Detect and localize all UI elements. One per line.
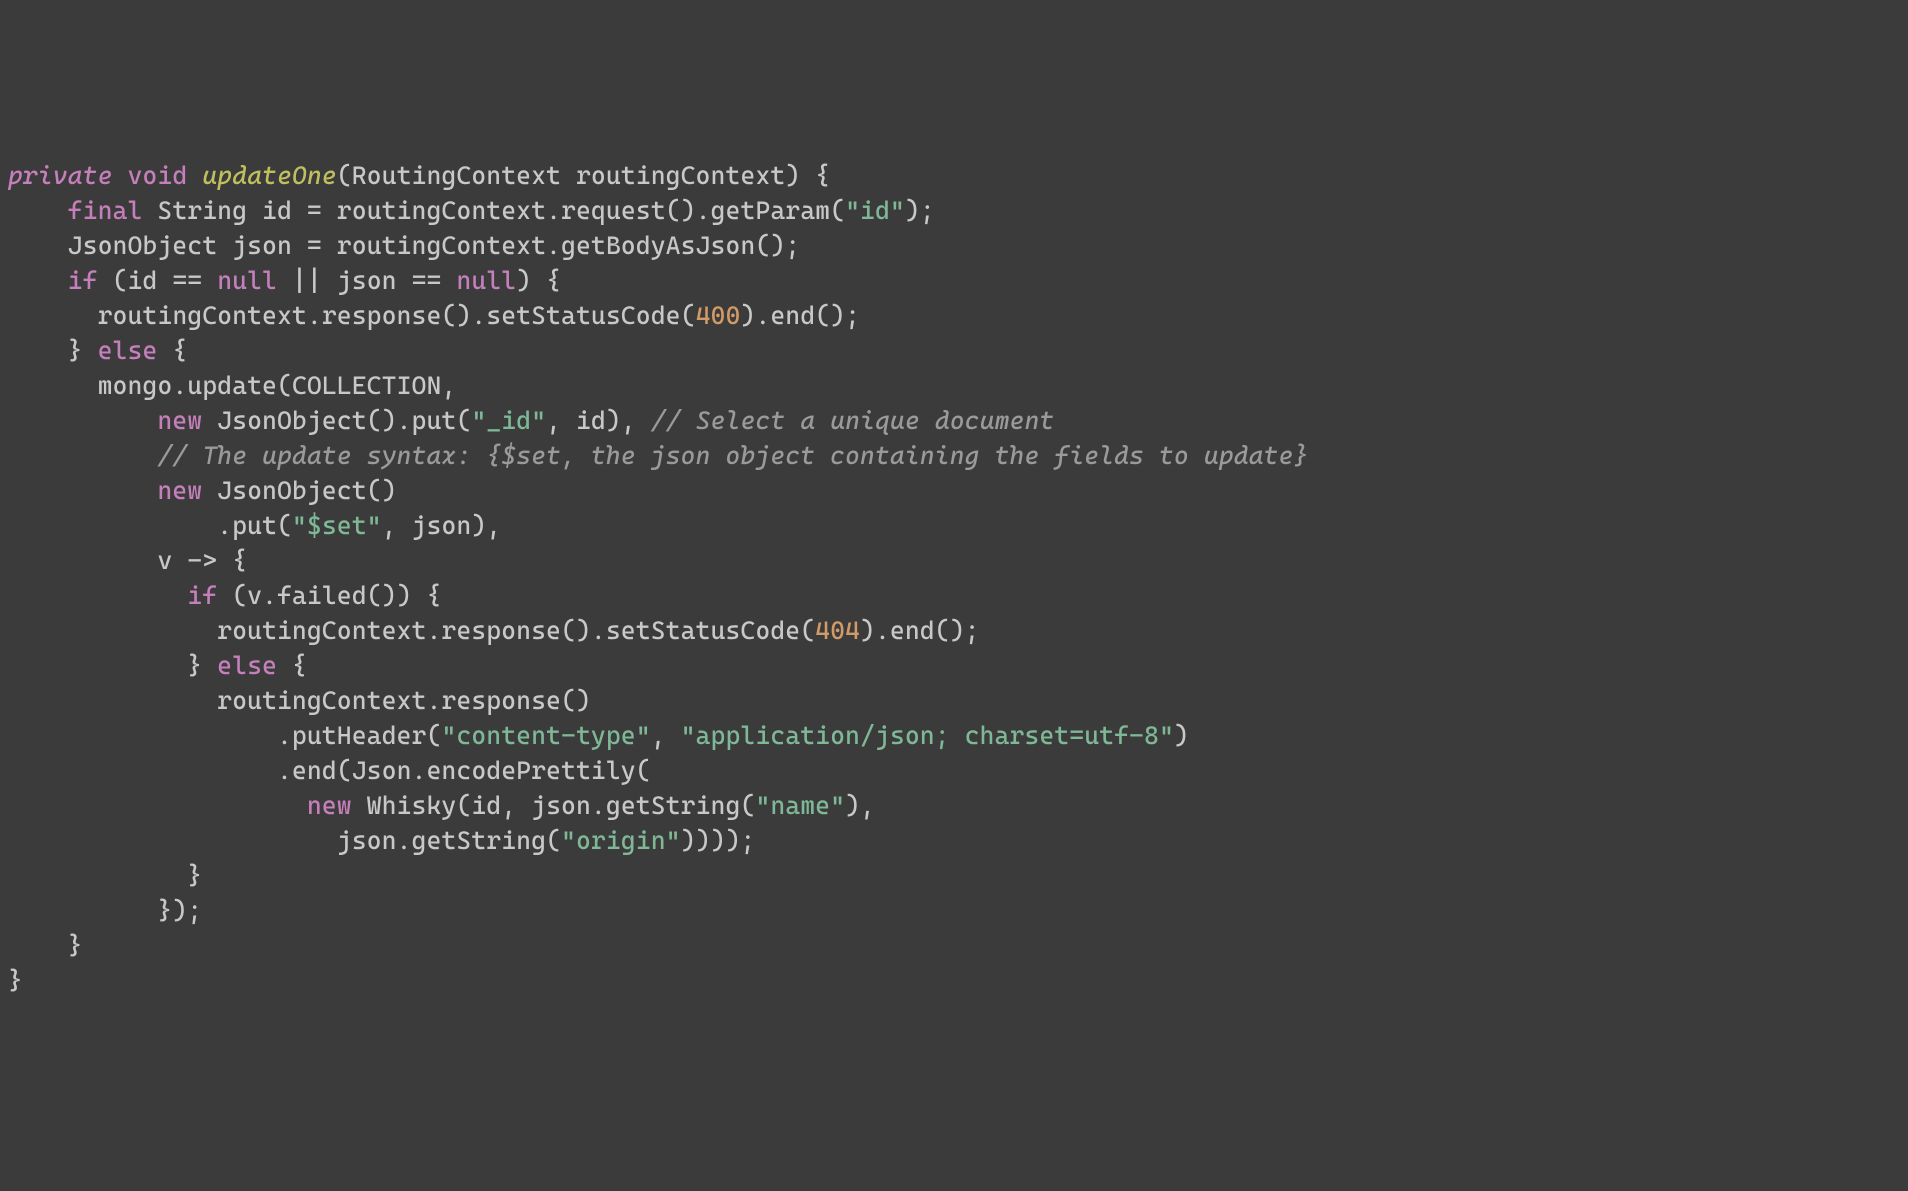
var-id: id xyxy=(262,196,292,225)
keyword-new-1: new xyxy=(157,406,202,435)
paren-open: ( xyxy=(337,161,352,190)
keyword-if-2: if xyxy=(187,581,217,610)
method-name: updateOne xyxy=(202,161,337,190)
comment-update-syntax: // The update syntax: {$set, the json ob… xyxy=(157,441,1308,470)
type-json: Json xyxy=(352,756,412,785)
call-response-2: response xyxy=(442,616,562,645)
type-routing-context: RoutingContext xyxy=(352,161,561,190)
null-2: null xyxy=(457,266,517,295)
keyword-final: final xyxy=(68,196,143,225)
var-json-arg-2: json xyxy=(531,791,591,820)
keyword-new-2: new xyxy=(157,476,202,505)
keyword-if: if xyxy=(68,266,98,295)
call-put-2: put xyxy=(232,511,277,540)
var-json-arg: json xyxy=(412,511,472,540)
call-response-3: response xyxy=(442,686,562,715)
call-response: response xyxy=(322,301,442,330)
var-v-2: v xyxy=(247,581,262,610)
paren-close: ) xyxy=(785,161,800,190)
string-underscore-id: "_id" xyxy=(471,406,546,435)
type-whisky: Whisky xyxy=(367,791,457,820)
call-get-body-as-json: getBodyAsJson xyxy=(561,231,755,260)
var-routing-context: routingContext xyxy=(337,196,546,225)
var-routing-context-5: routingContext xyxy=(217,686,426,715)
var-id-arg: id xyxy=(576,406,606,435)
type-json-object: JsonObject xyxy=(68,231,217,260)
call-update: update xyxy=(187,371,277,400)
string-set: "$set" xyxy=(292,511,382,540)
call-set-status-code-2: setStatusCode xyxy=(606,616,800,645)
call-encode-prettily: encodePrettily xyxy=(427,756,636,785)
string-app-json: "application/json; charset=utf-8" xyxy=(681,721,1174,750)
null-1: null xyxy=(217,266,277,295)
keyword-else: else xyxy=(98,336,158,365)
var-json-check: json xyxy=(337,266,397,295)
arrow: -> xyxy=(187,546,217,575)
var-v: v xyxy=(157,546,172,575)
keyword-private: private xyxy=(8,161,113,190)
call-get-param: getParam xyxy=(711,196,831,225)
const-collection: COLLECTION xyxy=(292,371,441,400)
string-origin: "origin" xyxy=(561,826,681,855)
var-routing-context-2: routingContext xyxy=(337,231,546,260)
var-json-arg-3: json xyxy=(337,826,397,855)
call-get-string-1: getString xyxy=(606,791,741,820)
code-block: private void updateOne(RoutingContext ro… xyxy=(8,158,1900,998)
keyword-new-3: new xyxy=(307,791,352,820)
keyword-else-2: else xyxy=(217,651,277,680)
var-routing-context-4: routingContext xyxy=(217,616,426,645)
string-content-type: "content-type" xyxy=(442,721,651,750)
string-id: "id" xyxy=(845,196,905,225)
call-end: end xyxy=(770,301,815,330)
call-failed: failed xyxy=(277,581,367,610)
type-json-object-3: JsonObject xyxy=(217,476,366,505)
var-id-check: id xyxy=(128,266,158,295)
type-string: String xyxy=(158,196,248,225)
type-json-object-2: JsonObject xyxy=(217,406,366,435)
keyword-void: void xyxy=(128,161,188,190)
call-set-status-code: setStatusCode xyxy=(486,301,680,330)
var-id-arg-2: id xyxy=(471,791,501,820)
brace-open: { xyxy=(815,161,830,190)
var-json: json xyxy=(232,231,292,260)
call-request: request xyxy=(561,196,666,225)
call-get-string-2: getString xyxy=(412,826,547,855)
number-404: 404 xyxy=(815,616,860,645)
string-name: "name" xyxy=(756,791,846,820)
call-end-3: end xyxy=(292,756,337,785)
param-routing-context: routingContext xyxy=(576,161,785,190)
call-put-header: putHeader xyxy=(292,721,427,750)
call-put-1: put xyxy=(412,406,457,435)
equals: = xyxy=(307,196,322,225)
var-routing-context-3: routingContext xyxy=(98,301,307,330)
call-end-2: end xyxy=(890,616,935,645)
number-400: 400 xyxy=(696,301,741,330)
var-mongo: mongo xyxy=(98,371,173,400)
comment-select: // Select a unique document xyxy=(651,406,1055,435)
